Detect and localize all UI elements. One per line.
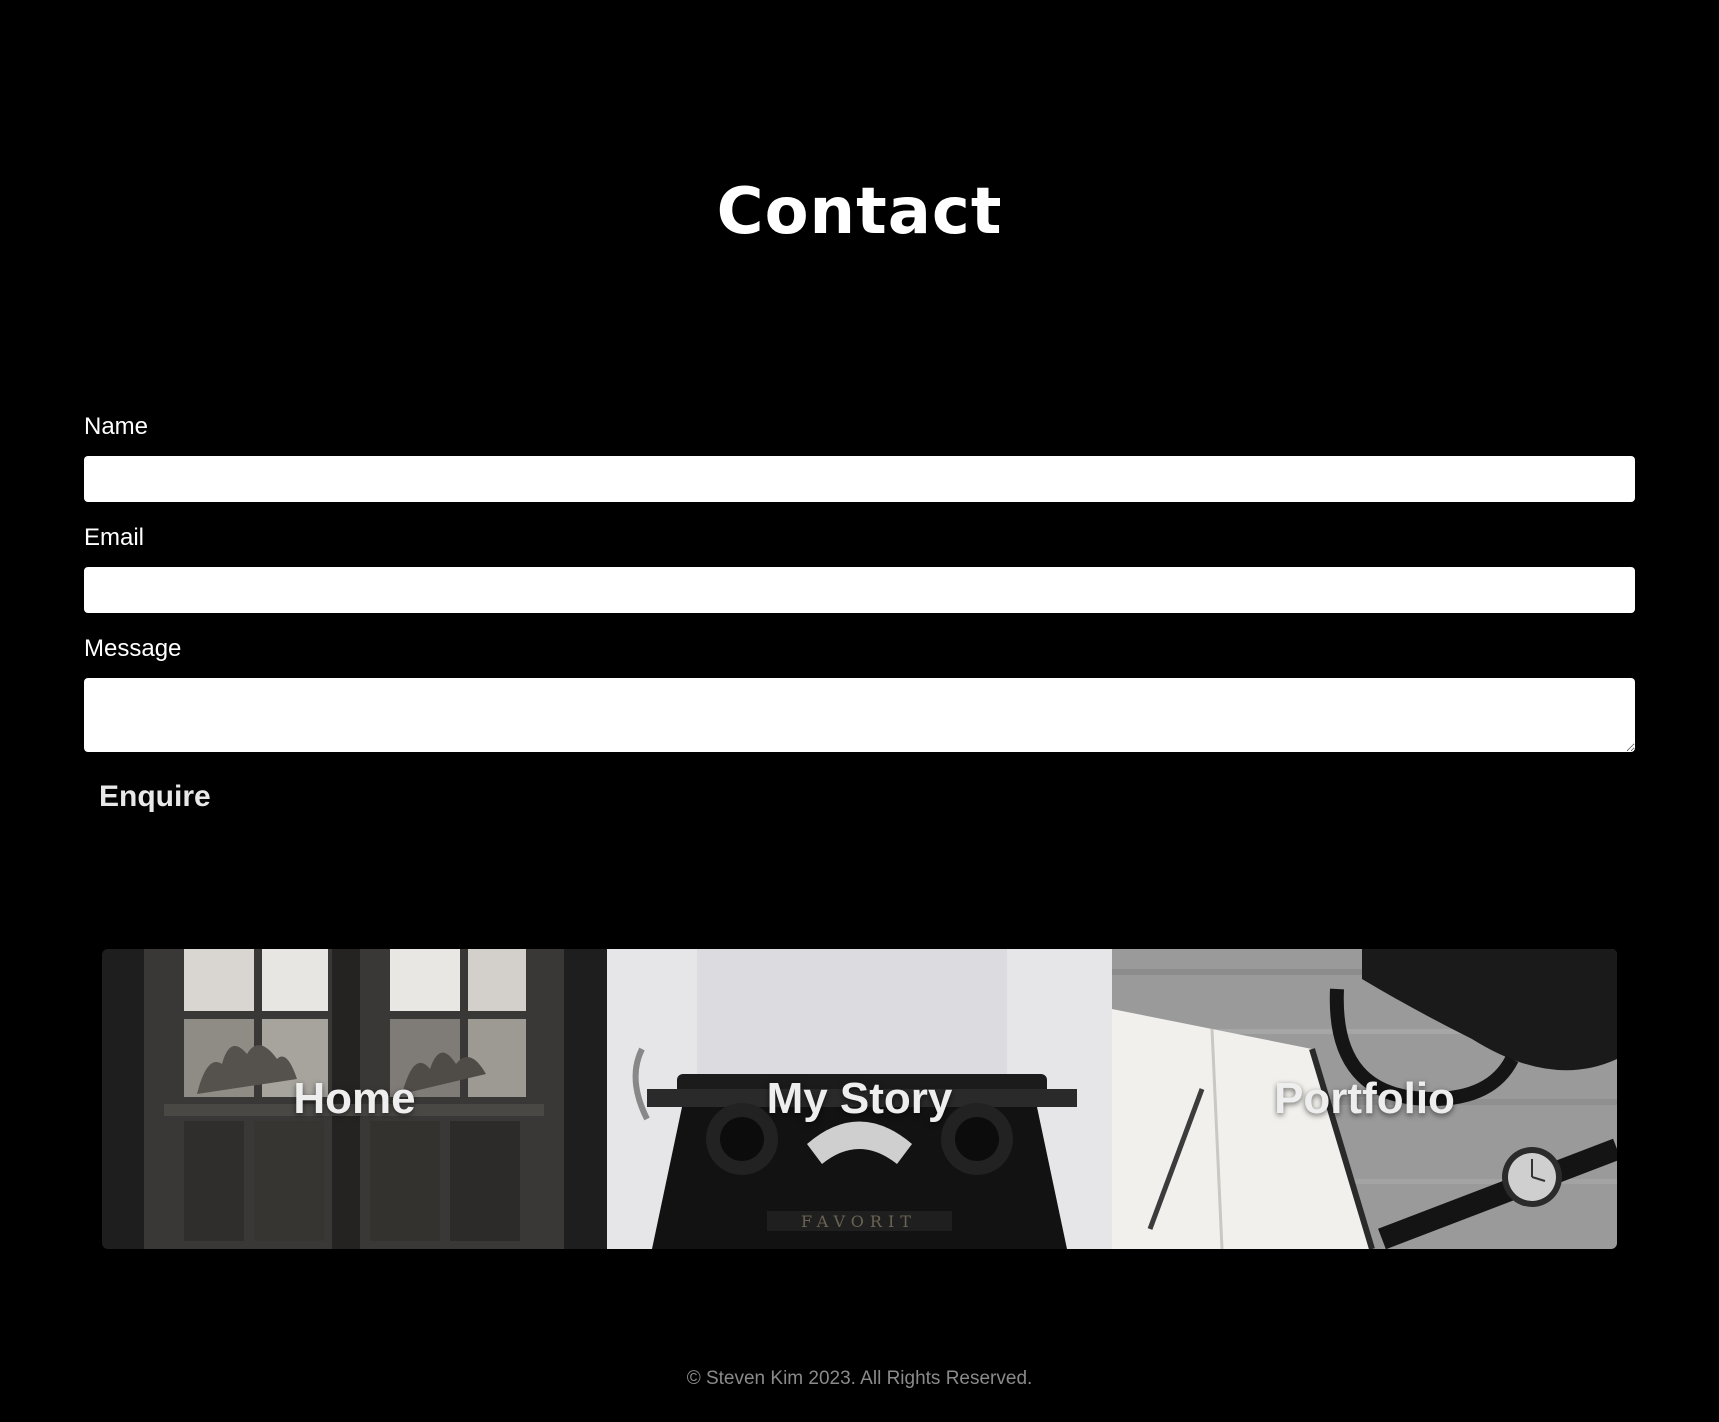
contact-form: Name Email Message <box>84 410 1635 752</box>
nav-card-my-story[interactable]: FAVORIT My Story <box>607 949 1112 1249</box>
email-input[interactable] <box>84 567 1635 613</box>
page-title: Contact <box>716 175 1003 249</box>
email-label: Email <box>84 524 145 551</box>
nav-card-home[interactable]: Home <box>102 949 607 1249</box>
name-label: Name <box>84 413 149 440</box>
nav-cards: Home FAVORIT My Story Portfolio <box>102 949 1617 1249</box>
nav-card-home-label: Home <box>293 1074 416 1123</box>
contact-page: Contact Name Email Message Enquire Home … <box>0 0 1719 1422</box>
nav-card-portfolio[interactable]: Portfolio <box>1112 949 1617 1249</box>
nav-card-my-story-label: My Story <box>766 1074 953 1123</box>
message-label: Message <box>84 635 182 662</box>
nav-card-portfolio-label: Portfolio <box>1274 1074 1455 1123</box>
footer-copyright: © Steven Kim 2023. All Rights Reserved. <box>686 1368 1033 1389</box>
name-input[interactable] <box>84 456 1635 502</box>
message-textarea[interactable] <box>84 678 1635 752</box>
enquire-button[interactable]: Enquire <box>84 776 226 818</box>
